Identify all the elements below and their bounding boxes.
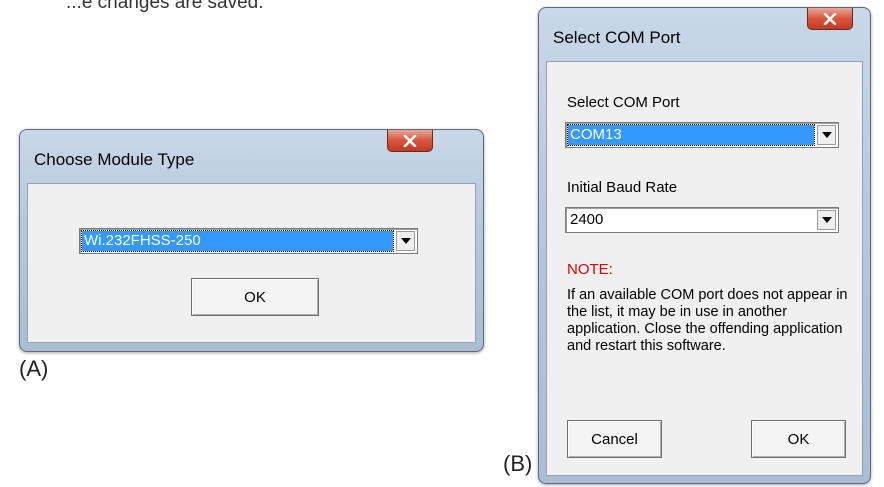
- chevron-down-icon: [821, 132, 832, 138]
- module-type-select[interactable]: Wi.232FHSS-250: [79, 228, 418, 254]
- ok-button[interactable]: OK: [191, 278, 319, 316]
- ok-button[interactable]: OK: [751, 420, 846, 458]
- dropdown-button[interactable]: [817, 125, 836, 145]
- baud-rate-select[interactable]: 2400: [565, 207, 839, 233]
- document-text-fragment: ...e changes are saved.: [66, 0, 264, 13]
- note-heading: NOTE:: [567, 261, 613, 278]
- dialog-title: Select COM Port: [553, 28, 681, 47]
- close-button[interactable]: [387, 130, 433, 152]
- figure-label-a: (A): [19, 356, 49, 381]
- dropdown-button[interactable]: [817, 210, 836, 230]
- dialog-body: Wi.232FHSS-250 OK: [27, 183, 476, 343]
- baud-rate-value: 2400: [570, 211, 604, 228]
- baud-rate-label: Initial Baud Rate: [567, 179, 678, 196]
- dropdown-button[interactable]: [396, 231, 415, 251]
- com-port-select[interactable]: COM13: [565, 122, 839, 148]
- com-port-label: Select COM Port: [567, 94, 680, 111]
- note-text: If an available COM port does not appear…: [567, 287, 848, 354]
- select-com-port-dialog: Select COM Port Select COM Port COM13 In…: [538, 7, 871, 484]
- cancel-button[interactable]: Cancel: [567, 420, 662, 458]
- com-port-value: COM13: [567, 124, 815, 146]
- dialog-body: Select COM Port COM13 Initial Baud Rate …: [546, 61, 863, 476]
- chevron-down-icon: [821, 217, 832, 223]
- close-icon: [823, 12, 837, 25]
- close-icon: [403, 134, 417, 147]
- chevron-down-icon: [400, 238, 411, 244]
- figure-label-b: (B): [503, 451, 533, 476]
- dialog-title: Choose Module Type: [34, 150, 195, 169]
- module-type-value: Wi.232FHSS-250: [81, 230, 394, 252]
- close-button[interactable]: [807, 8, 853, 30]
- choose-module-type-dialog: Choose Module Type Wi.232FHSS-250 OK: [19, 129, 484, 352]
